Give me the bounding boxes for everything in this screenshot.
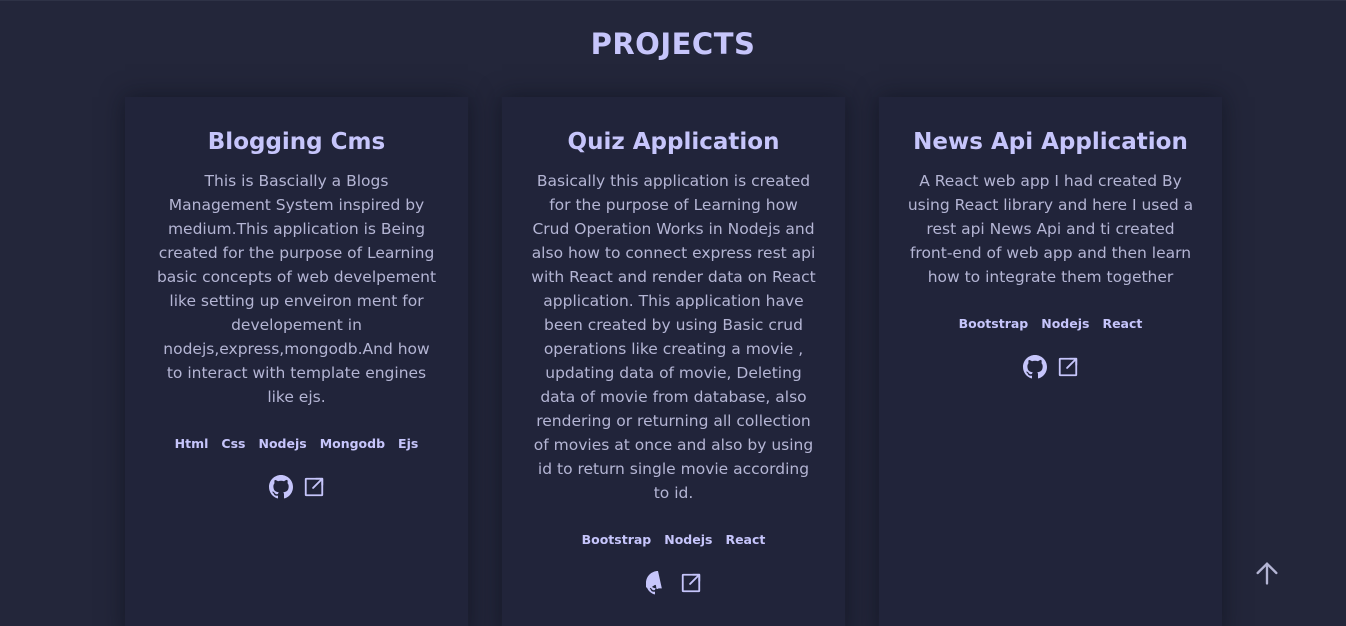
section-title: PROJECTS [590,27,756,61]
project-description: A React web app I had created By using R… [907,172,1194,286]
project-tag: Ejs [398,436,419,451]
project-tag: Bootstrap [581,532,652,547]
project-tags: Bootstrap Nodejs React [879,315,1222,333]
project-title: News Api Application [913,129,1188,155]
project-tags: Bootstrap Nodejs React [502,531,845,549]
project-tag: Nodejs [1041,316,1090,331]
project-tag: Nodejs [664,532,713,547]
github-icon[interactable] [268,475,293,499]
projects-page: PROJECTS Blogging Cms This is Bascially … [0,0,1346,626]
arrow-up-icon [1253,559,1281,591]
project-description: This is Bascially a Blogs Management Sys… [156,172,437,406]
project-title: Quiz Application [567,129,780,155]
github-icon[interactable] [1022,355,1047,379]
project-tag: Bootstrap [958,316,1029,331]
project-links [879,355,1222,379]
project-title: Blogging Cms [207,129,386,155]
project-tag: Mongodb [319,436,386,451]
external-link-icon[interactable] [1057,356,1079,378]
github-icon[interactable] [645,571,670,595]
scroll-to-top-button[interactable] [1251,559,1283,591]
project-links [125,475,468,499]
project-description: Basically this application is created fo… [531,172,816,502]
project-tag: React [725,532,766,547]
project-tag: Html [174,436,209,451]
project-links [502,571,845,595]
project-tag: Css [221,436,246,451]
project-tag: Nodejs [258,436,307,451]
project-card-blogging-cms: Blogging Cms This is Bascially a Blogs M… [125,97,468,626]
project-tag: React [1102,316,1143,331]
project-tags: Html Css Nodejs Mongodb Ejs [125,435,468,453]
project-card-news-api-application: News Api Application A React web app I h… [879,97,1222,626]
external-link-icon[interactable] [680,572,702,594]
project-card-quiz-application: Quiz Application Basically this applicat… [502,97,845,626]
external-link-icon[interactable] [303,476,325,498]
